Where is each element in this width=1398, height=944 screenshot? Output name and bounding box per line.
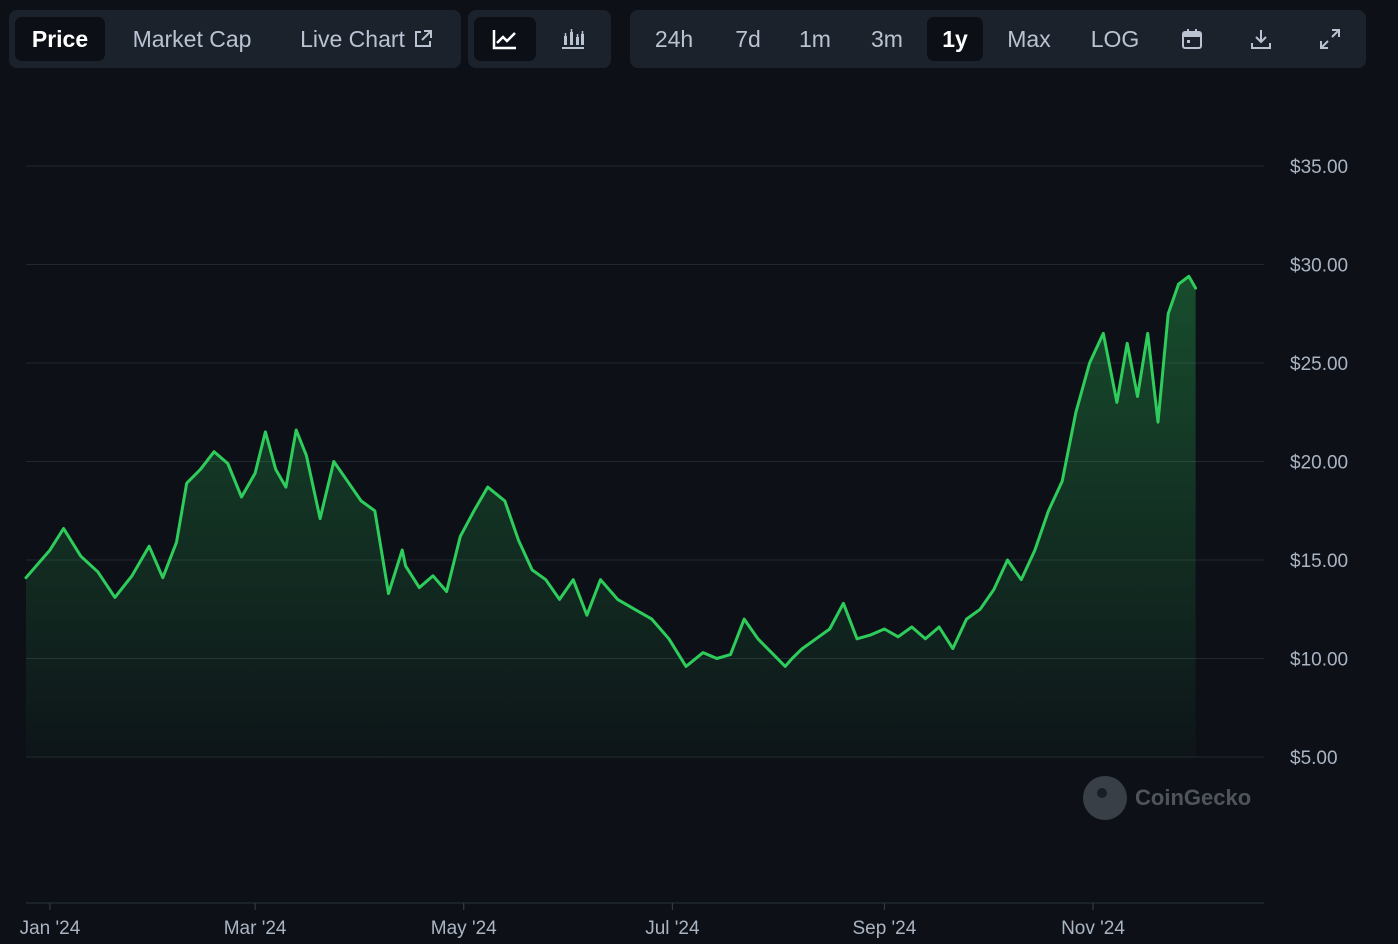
date-range-button[interactable] [1166, 17, 1218, 61]
y-tick-label: $5.00 [1290, 748, 1338, 769]
calendar-icon [1181, 28, 1203, 50]
external-link-icon [413, 29, 433, 49]
y-tick-label: $20.00 [1290, 453, 1348, 474]
watermark-text: CoinGecko [1135, 785, 1252, 810]
chart-type-group [468, 10, 611, 68]
range-3m[interactable]: 3m [856, 17, 918, 61]
x-tick-label: Sep '24 [852, 918, 916, 939]
range-1m[interactable]: 1m [786, 17, 844, 61]
x-tick-label: Nov '24 [1061, 918, 1125, 939]
x-tick-label: Jul '24 [645, 918, 700, 939]
chart-toolbar: Price Market Cap Live Chart 24h 7d 1m 3m… [0, 0, 1398, 80]
x-tick-label: Mar '24 [224, 918, 287, 939]
y-tick-label: $30.00 [1290, 256, 1348, 277]
line-chart-button[interactable] [474, 17, 536, 61]
coingecko-logo-icon [1083, 776, 1127, 820]
range-group: 24h 7d 1m 3m 1y Max LOG [630, 10, 1366, 68]
y-tick-label: $10.00 [1290, 650, 1348, 671]
tab-live-chart[interactable]: Live Chart [279, 17, 454, 61]
range-max[interactable]: Max [996, 17, 1062, 61]
x-tick-label: May '24 [431, 918, 497, 939]
range-1y[interactable]: 1y [927, 17, 983, 61]
range-7d[interactable]: 7d [718, 17, 778, 61]
download-button[interactable] [1235, 17, 1287, 61]
tab-live-chart-label: Live Chart [300, 25, 405, 52]
download-icon [1250, 28, 1272, 50]
price-chart[interactable]: $5.00 $10.00 $15.00 $20.00 $25.00 $30.00 $35.0… [0, 80, 1398, 944]
fullscreen-icon [1319, 28, 1341, 50]
candlestick-chart-icon [560, 28, 586, 50]
line-chart-icon [492, 28, 518, 50]
y-tick-label: $25.00 [1290, 354, 1348, 375]
candlestick-chart-button[interactable] [542, 17, 604, 61]
watermark: CoinGecko [1083, 775, 1251, 821]
tab-price[interactable]: Price [15, 17, 105, 61]
y-tick-label: $15.00 [1290, 551, 1348, 572]
range-24h[interactable]: 24h [642, 17, 706, 61]
log-scale-toggle[interactable]: LOG [1076, 17, 1154, 61]
x-tick-label: Jan '24 [20, 918, 81, 939]
fullscreen-button[interactable] [1304, 17, 1356, 61]
price-area [26, 276, 1196, 758]
y-tick-label: $35.00 [1290, 157, 1348, 178]
tab-market-cap[interactable]: Market Cap [117, 17, 267, 61]
data-tab-group: Price Market Cap Live Chart [9, 10, 461, 68]
